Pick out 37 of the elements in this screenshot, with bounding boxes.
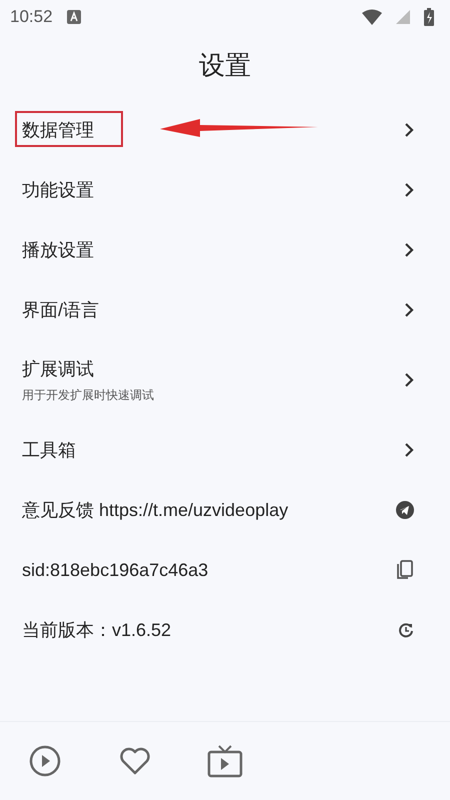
heart-icon (119, 747, 151, 775)
status-time: 10:52 (10, 7, 53, 27)
settings-row[interactable]: 当前版本：v1.6.52 (0, 600, 450, 660)
row-label: 功能设置 (22, 179, 94, 202)
chevron-right-icon (404, 243, 414, 257)
settings-row[interactable]: 扩展调试 用于开发扩展时快速调试 (0, 340, 450, 420)
chevron-right-icon (404, 373, 414, 387)
wifi-icon (362, 9, 382, 25)
row-label: 工具箱 (22, 439, 76, 462)
row-subtitle: 用于开发扩展时快速调试 (22, 386, 154, 404)
settings-row[interactable]: 数据管理 (0, 100, 450, 160)
chevron-right-icon (404, 303, 414, 317)
settings-row[interactable]: 功能设置 (0, 160, 450, 220)
page-title: 设置 (199, 50, 251, 82)
row-label: sid:818ebc196a7c46a3 (22, 560, 208, 580)
copy-icon (396, 560, 414, 580)
keyboard-app-icon (66, 10, 81, 24)
signal-icon (396, 10, 410, 24)
row-label: 当前版本：v1.6.52 (22, 619, 172, 642)
chevron-right-icon (404, 123, 414, 137)
row-label: 意见反馈 https://t.me/uzvideoplay (22, 499, 288, 522)
chevron-right-icon (404, 443, 414, 457)
row-label: 数据管理 (22, 119, 94, 142)
row-label: 播放设置 (22, 239, 94, 262)
refresh-icon (398, 622, 414, 638)
tv-icon (207, 744, 243, 778)
settings-row[interactable]: 意见反馈 https://t.me/uzvideoplay (0, 480, 450, 540)
battery-icon (424, 8, 434, 26)
row-label: 界面/语言 (22, 299, 100, 322)
settings-row[interactable]: 播放设置 (0, 220, 450, 280)
settings-row[interactable]: sid:818ebc196a7c46a3 (0, 540, 450, 600)
chevron-right-icon (404, 183, 414, 197)
settings-row[interactable]: 界面/语言 (0, 280, 450, 340)
row-label: 扩展调试 (22, 358, 95, 380)
paper-plane-icon (396, 501, 414, 519)
play-icon (29, 745, 61, 777)
settings-row[interactable]: 工具箱 (0, 420, 450, 480)
